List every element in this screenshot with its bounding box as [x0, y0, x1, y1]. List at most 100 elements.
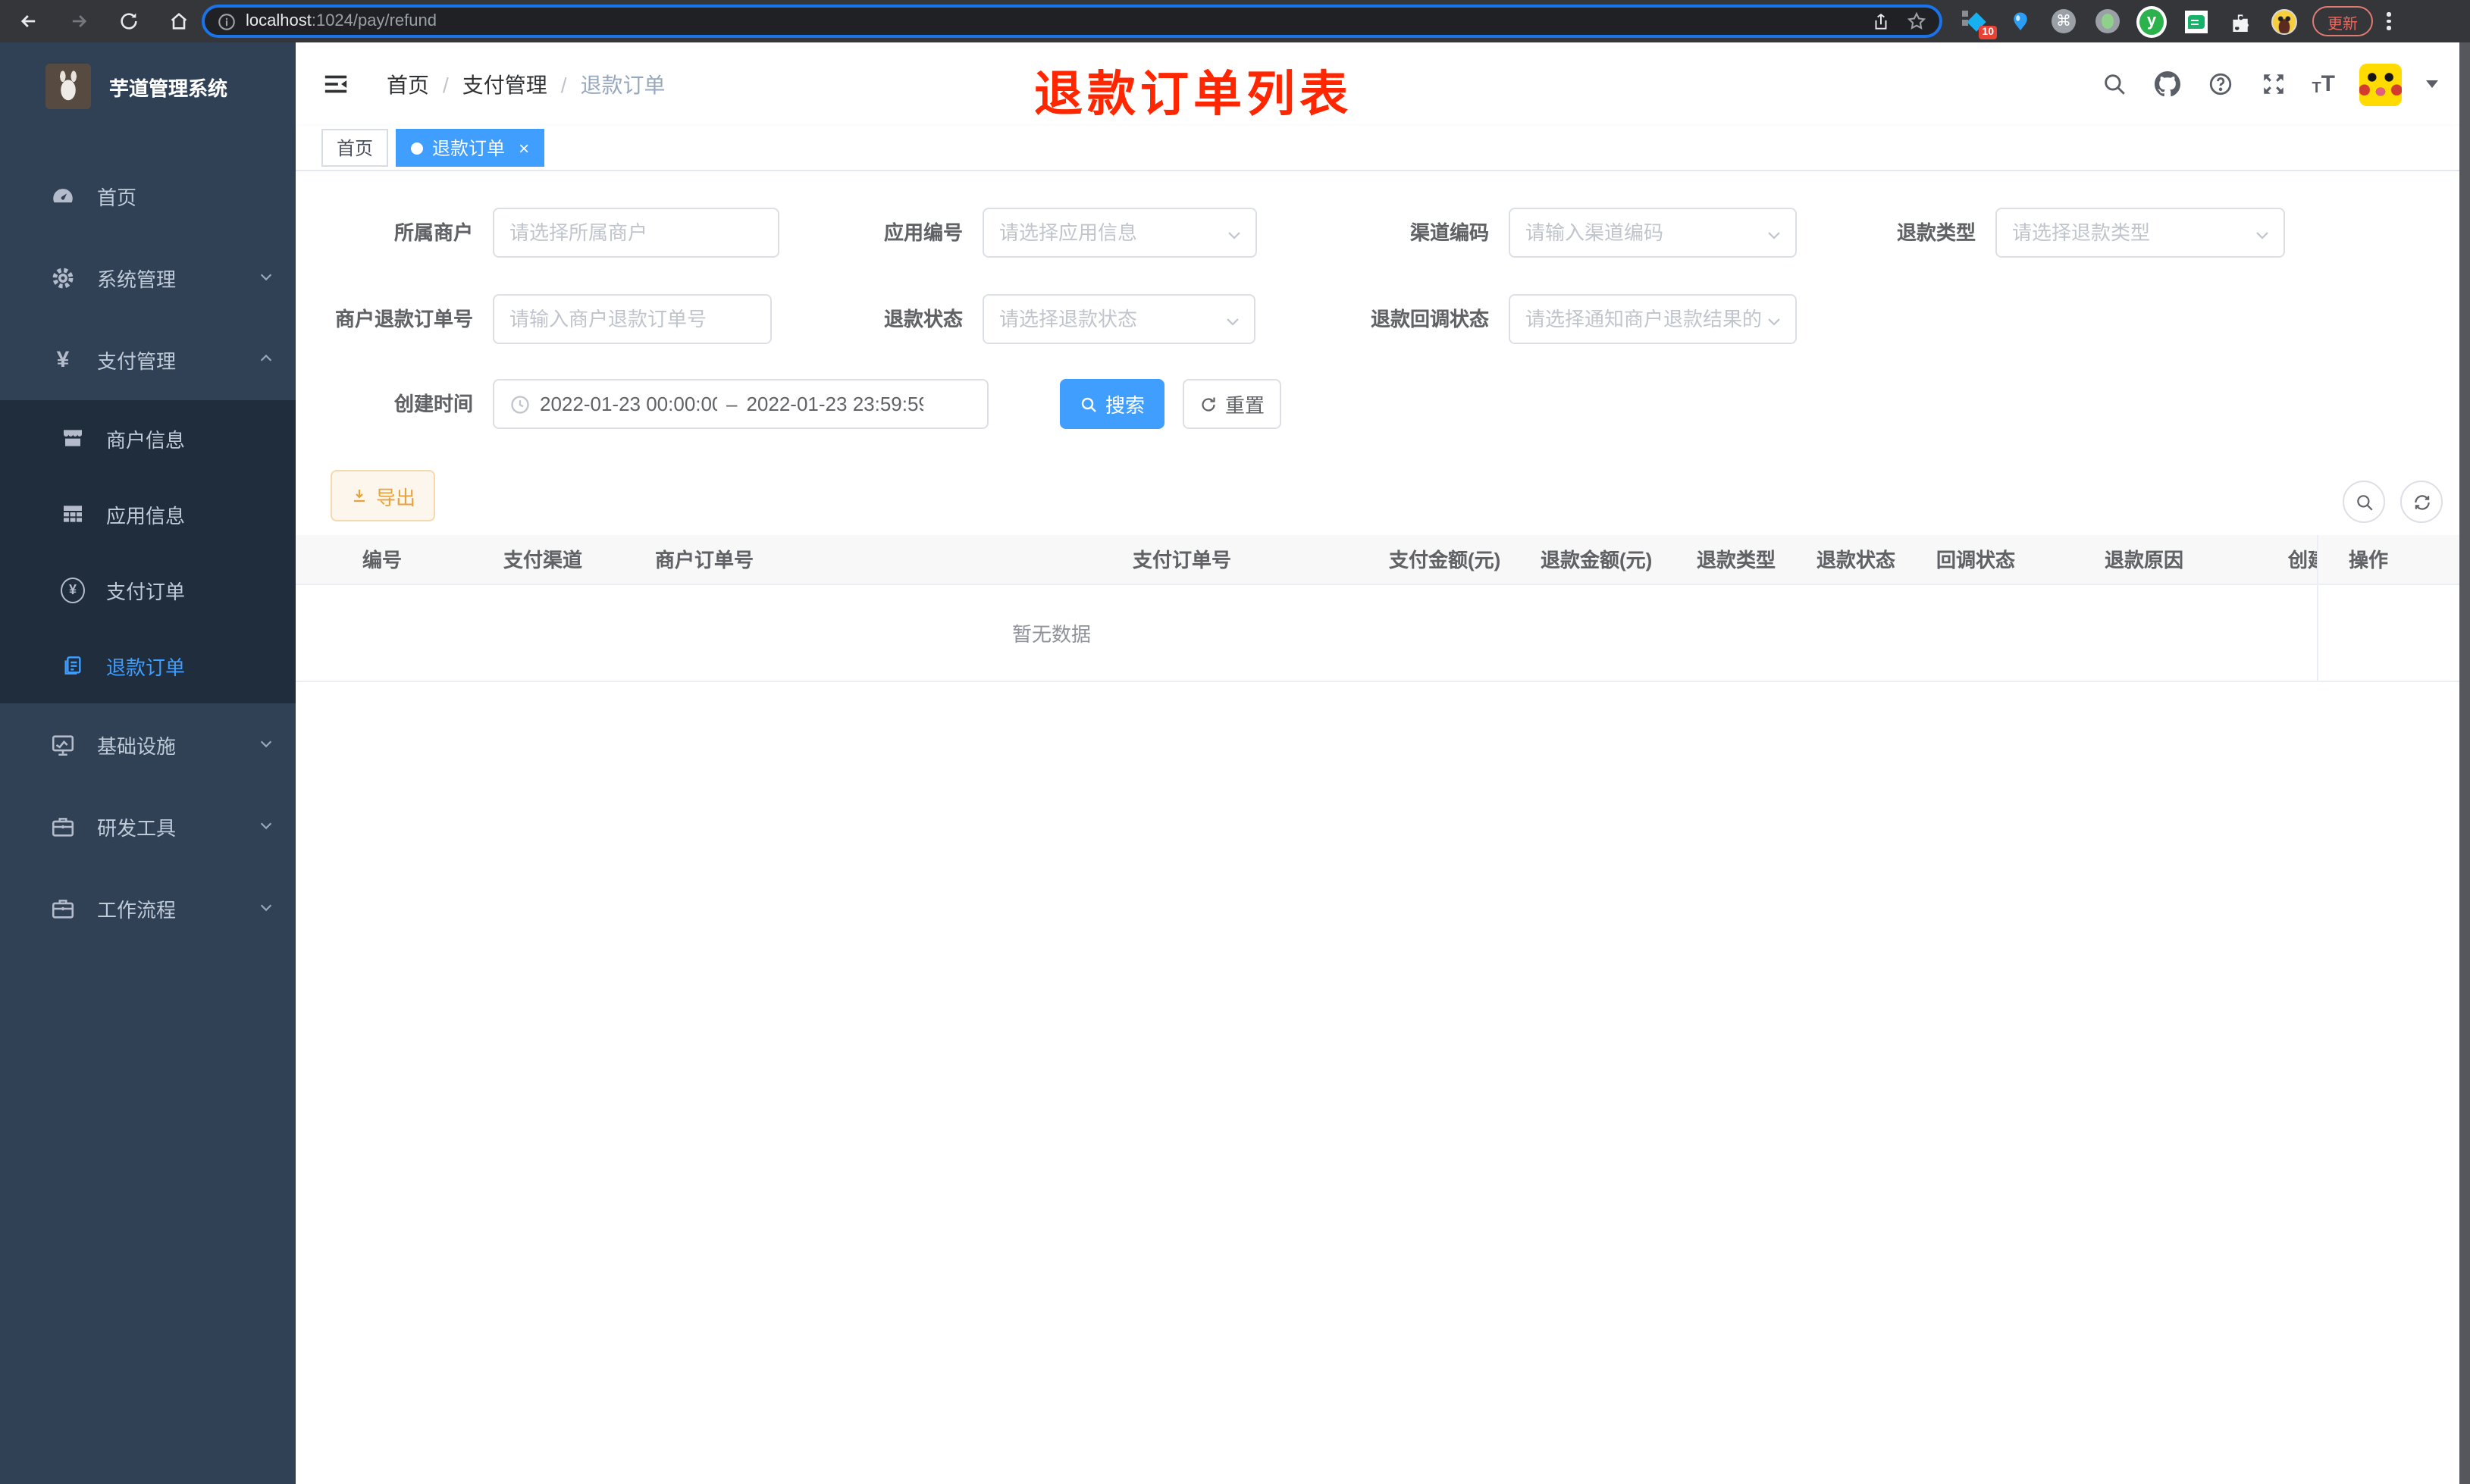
user-avatar[interactable]: [2359, 63, 2402, 105]
channel-select[interactable]: [1509, 208, 1797, 258]
merchant-select-input[interactable]: [509, 221, 763, 244]
browser-forward-button[interactable]: [62, 5, 96, 38]
page-content: 所属商户 应用编号 渠道编码 退款类型 商户退款订单号: [296, 171, 2459, 1484]
sidebar-menu: 首页 系统管理 ¥ 支付管理 商户信息 应用信息 ¥ 支付订单 退款订单 基础设…: [0, 155, 296, 949]
sidebar-item-label: 应用信息: [106, 504, 186, 527]
tag-home[interactable]: 首页: [321, 129, 389, 167]
extension-command-icon[interactable]: ⌘: [2048, 6, 2079, 36]
reload-icon: [121, 13, 137, 30]
browser-menu-button[interactable]: [2387, 12, 2390, 30]
window-scrollbar[interactable]: [2459, 42, 2470, 1484]
browser-reload-button[interactable]: [112, 5, 146, 38]
merchant-refund-no-input[interactable]: [509, 308, 755, 330]
sidebar-item-label: 研发工具: [97, 816, 177, 839]
extension-greendot-icon[interactable]: [2092, 6, 2123, 36]
date-separator: –: [726, 393, 738, 415]
date-end-value[interactable]: 2022-01-23 23:59:59: [746, 393, 923, 415]
share-icon[interactable]: [1871, 11, 1891, 31]
refund-status-select-input[interactable]: [999, 308, 1239, 330]
page-title-annotation: 退款订单列表: [1033, 67, 1353, 121]
app-title: 芋道管理系统: [109, 77, 228, 99]
filter-label-app: 应用编号: [883, 221, 963, 244]
close-icon[interactable]: ×: [519, 139, 529, 157]
browser-home-button[interactable]: [162, 5, 196, 38]
sidebar-item-dev-tools[interactable]: 研发工具: [0, 785, 296, 867]
extension-balloon-icon[interactable]: [2005, 6, 2035, 36]
channel-select-input[interactable]: [1525, 221, 1780, 244]
date-start-value[interactable]: 2022-01-23 00:00:00: [540, 393, 717, 415]
breadcrumb-home[interactable]: 首页: [387, 70, 429, 100]
sidebar-item-label: 基础设施: [97, 734, 177, 757]
sidebar-item-workflow[interactable]: 工作流程: [0, 867, 296, 949]
sidebar-item-label: 工作流程: [97, 898, 177, 921]
reset-button[interactable]: 重置: [1183, 379, 1281, 429]
callback-status-select[interactable]: [1509, 294, 1797, 344]
export-button[interactable]: 导出: [331, 470, 435, 521]
site-info-icon[interactable]: [217, 11, 237, 31]
chevron-down-icon: [1225, 224, 1243, 252]
filter-label-refund-status: 退款状态: [883, 308, 963, 330]
app-logo-row[interactable]: 芋道管理系统: [0, 42, 296, 127]
column-header-pay-order-no: 支付订单号: [1133, 549, 1232, 571]
filter-label-merchant: 所属商户: [393, 221, 473, 244]
app-select-input[interactable]: [999, 221, 1240, 244]
refresh-table-button[interactable]: [2400, 481, 2443, 523]
app-logo-image: [45, 64, 91, 109]
balloon-glyph: [2013, 11, 2026, 30]
sidebar-item-label: 支付管理: [97, 349, 177, 372]
chevron-down-icon: [1224, 311, 1242, 338]
search-icon: [2356, 494, 2372, 510]
breadcrumb-separator: /: [560, 73, 567, 97]
sidebar-item-infrastructure[interactable]: 基础设施: [0, 703, 296, 785]
column-header-refund-reason: 退款原因: [2105, 549, 2184, 571]
table-empty-row: 暂无数据: [296, 585, 2459, 682]
sidebar-item-label: 支付订单: [106, 580, 186, 603]
extension-y-icon[interactable]: y: [2136, 5, 2167, 37]
app-select[interactable]: [983, 208, 1257, 258]
extension-emoji-icon[interactable]: [2268, 6, 2299, 36]
merchant-select[interactable]: [493, 208, 779, 258]
search-icon[interactable]: [2099, 70, 2128, 99]
github-icon[interactable]: [2152, 70, 2181, 99]
extension-puzzle-icon[interactable]: [2224, 6, 2255, 36]
sidebar-item-home[interactable]: 首页: [0, 155, 296, 236]
callback-status-select-input[interactable]: [1525, 308, 1780, 330]
chevron-down-icon: [2253, 224, 2271, 252]
help-icon[interactable]: [2205, 70, 2234, 99]
avatar-caret-icon[interactable]: [2426, 80, 2438, 88]
address-bar[interactable]: localhost:1024/pay/refund: [202, 5, 1942, 38]
url-host: localhost: [246, 12, 312, 30]
chrome-update-button[interactable]: 更新: [2312, 6, 2373, 36]
extension-chat-icon[interactable]: [2180, 6, 2211, 36]
refund-status-select[interactable]: [983, 294, 1255, 344]
sidebar-item-system[interactable]: 系统管理: [0, 236, 296, 318]
sidebar-item-pay-order[interactable]: ¥ 支付订单: [0, 552, 296, 628]
tag-refund-order[interactable]: 退款订单 ×: [396, 129, 545, 167]
refund-type-select[interactable]: [1995, 208, 2285, 258]
filter-label-callback-status: 退款回调状态: [1370, 308, 1489, 330]
extension-diamond-icon[interactable]: 10: [1961, 6, 1997, 39]
sidebar-item-app-info[interactable]: 应用信息: [0, 476, 296, 552]
navbar-actions: TT: [2099, 42, 2438, 126]
collapse-sidebar-button[interactable]: [323, 71, 349, 95]
sidebar-item-payment[interactable]: ¥ 支付管理: [0, 318, 296, 400]
browser-back-button[interactable]: [12, 5, 45, 38]
sidebar-item-merchant-info[interactable]: 商户信息: [0, 400, 296, 476]
breadcrumb-payment[interactable]: 支付管理: [462, 70, 547, 100]
puzzle-glyph: [2232, 14, 2248, 31]
create-time-range-picker[interactable]: 2022-01-23 00:00:00 – 2022-01-23 23:59:5…: [493, 379, 989, 429]
bookmark-star-icon[interactable]: [1906, 11, 1927, 32]
sidebar-item-refund-order[interactable]: 退款订单: [0, 628, 296, 703]
tag-label: 退款订单: [432, 138, 506, 159]
refund-type-select-input[interactable]: [2012, 221, 2268, 244]
chevron-down-icon: [1765, 224, 1783, 252]
fullscreen-icon[interactable]: [2258, 70, 2287, 99]
breadcrumb-current: 退款订单: [580, 73, 666, 97]
toggle-search-button[interactable]: [2343, 481, 2385, 523]
dashboard-icon: [50, 183, 76, 208]
column-header-pay-amount: 支付金额(元): [1389, 549, 1501, 571]
merchant-refund-no-input-wrap[interactable]: [493, 294, 772, 344]
column-header-callback-status: 回调状态: [1936, 549, 2016, 571]
search-button[interactable]: 搜索: [1060, 379, 1164, 429]
font-size-icon[interactable]: TT: [2312, 71, 2335, 97]
